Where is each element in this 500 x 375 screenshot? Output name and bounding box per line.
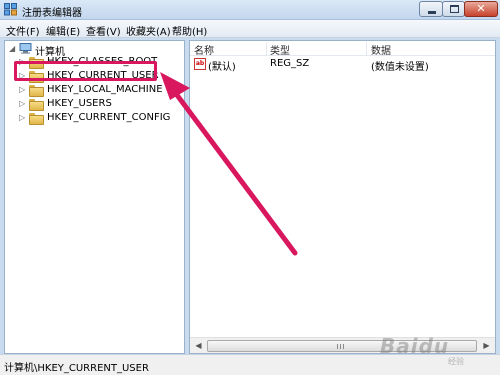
tree-label: HKEY_USERS	[47, 98, 112, 109]
close-icon: ✕	[476, 2, 486, 15]
menu-bar: 文件(F) 编辑(E) 查看(V) 收藏夹(A) 帮助(H)	[0, 20, 500, 38]
annotation-highlight-box	[14, 61, 157, 81]
menu-file[interactable]: 文件(F)	[6, 23, 40, 38]
status-path: 计算机\HKEY_CURRENT_USER	[4, 363, 149, 374]
tree-label: HKEY_CURRENT_CONFIG	[47, 112, 171, 123]
list-header: 名称 类型 数据	[190, 41, 495, 57]
value-type: REG_SZ	[270, 58, 310, 69]
watermark-sub: 经验	[448, 357, 464, 366]
column-divider[interactable]	[366, 42, 367, 55]
scroll-left-icon[interactable]: ◀	[191, 339, 206, 353]
grip-icon	[337, 344, 346, 349]
maximize-icon	[450, 5, 459, 13]
menu-view[interactable]: 查看(V)	[86, 23, 121, 38]
expand-arrow-icon[interactable]: ▷	[19, 99, 27, 109]
menu-edit[interactable]: 编辑(E)	[46, 23, 80, 38]
regedit-app-icon	[4, 3, 17, 16]
expand-arrow-icon[interactable]: ▷	[19, 85, 27, 95]
menu-help[interactable]: 帮助(H)	[172, 23, 207, 38]
column-divider[interactable]	[266, 42, 267, 55]
folder-icon	[29, 99, 44, 111]
tree-item-hkey-current-config[interactable]: ▷ HKEY_CURRENT_CONFIG	[19, 111, 184, 125]
tree-label: HKEY_LOCAL_MACHINE	[47, 84, 163, 95]
column-header-type[interactable]: 类型	[270, 42, 290, 57]
tree-item-computer[interactable]: ◢ 计算机	[9, 42, 179, 58]
value-name: (默认)	[208, 62, 236, 73]
computer-icon	[19, 43, 32, 54]
minimize-icon	[428, 11, 436, 14]
minimize-button[interactable]	[419, 1, 443, 17]
value-list-pane[interactable]: 名称 类型 数据 ab (默认) REG_SZ (数值未设置) ◀ ▶	[189, 40, 496, 354]
baidu-watermark: Baidu 经验	[378, 330, 496, 370]
value-data: (数值未设置)	[371, 62, 429, 73]
tree-item-hkey-users[interactable]: ▷ HKEY_USERS	[19, 97, 184, 111]
collapse-arrow-icon[interactable]: ◢	[9, 44, 17, 54]
title-bar[interactable]: 注册表编辑器 ✕	[0, 0, 500, 20]
folder-icon	[29, 85, 44, 97]
window-title: 注册表编辑器	[22, 8, 82, 19]
string-value-icon: ab	[194, 58, 206, 70]
key-tree-pane[interactable]: ◢ 计算机 ▷ HKEY_CLASSES_ROOT ▷ HKEY_CURRENT…	[4, 40, 185, 354]
expand-arrow-icon[interactable]: ▷	[19, 113, 27, 123]
regedit-window: 注册表编辑器 ✕ 文件(F) 编辑(E) 查看(V) 收藏夹(A) 帮助(H) …	[0, 0, 500, 375]
folder-icon	[29, 113, 44, 125]
watermark-brand: Baidu	[380, 334, 450, 358]
maximize-button[interactable]	[442, 1, 465, 17]
column-header-data[interactable]: 数据	[371, 42, 391, 57]
close-button[interactable]: ✕	[464, 1, 498, 17]
tree-item-hkey-local-machine[interactable]: ▷ HKEY_LOCAL_MACHINE	[19, 83, 184, 97]
menu-favorites[interactable]: 收藏夹(A)	[126, 23, 171, 38]
column-header-name[interactable]: 名称	[194, 42, 214, 57]
list-item[interactable]: ab (默认) REG_SZ (数值未设置)	[190, 56, 495, 73]
